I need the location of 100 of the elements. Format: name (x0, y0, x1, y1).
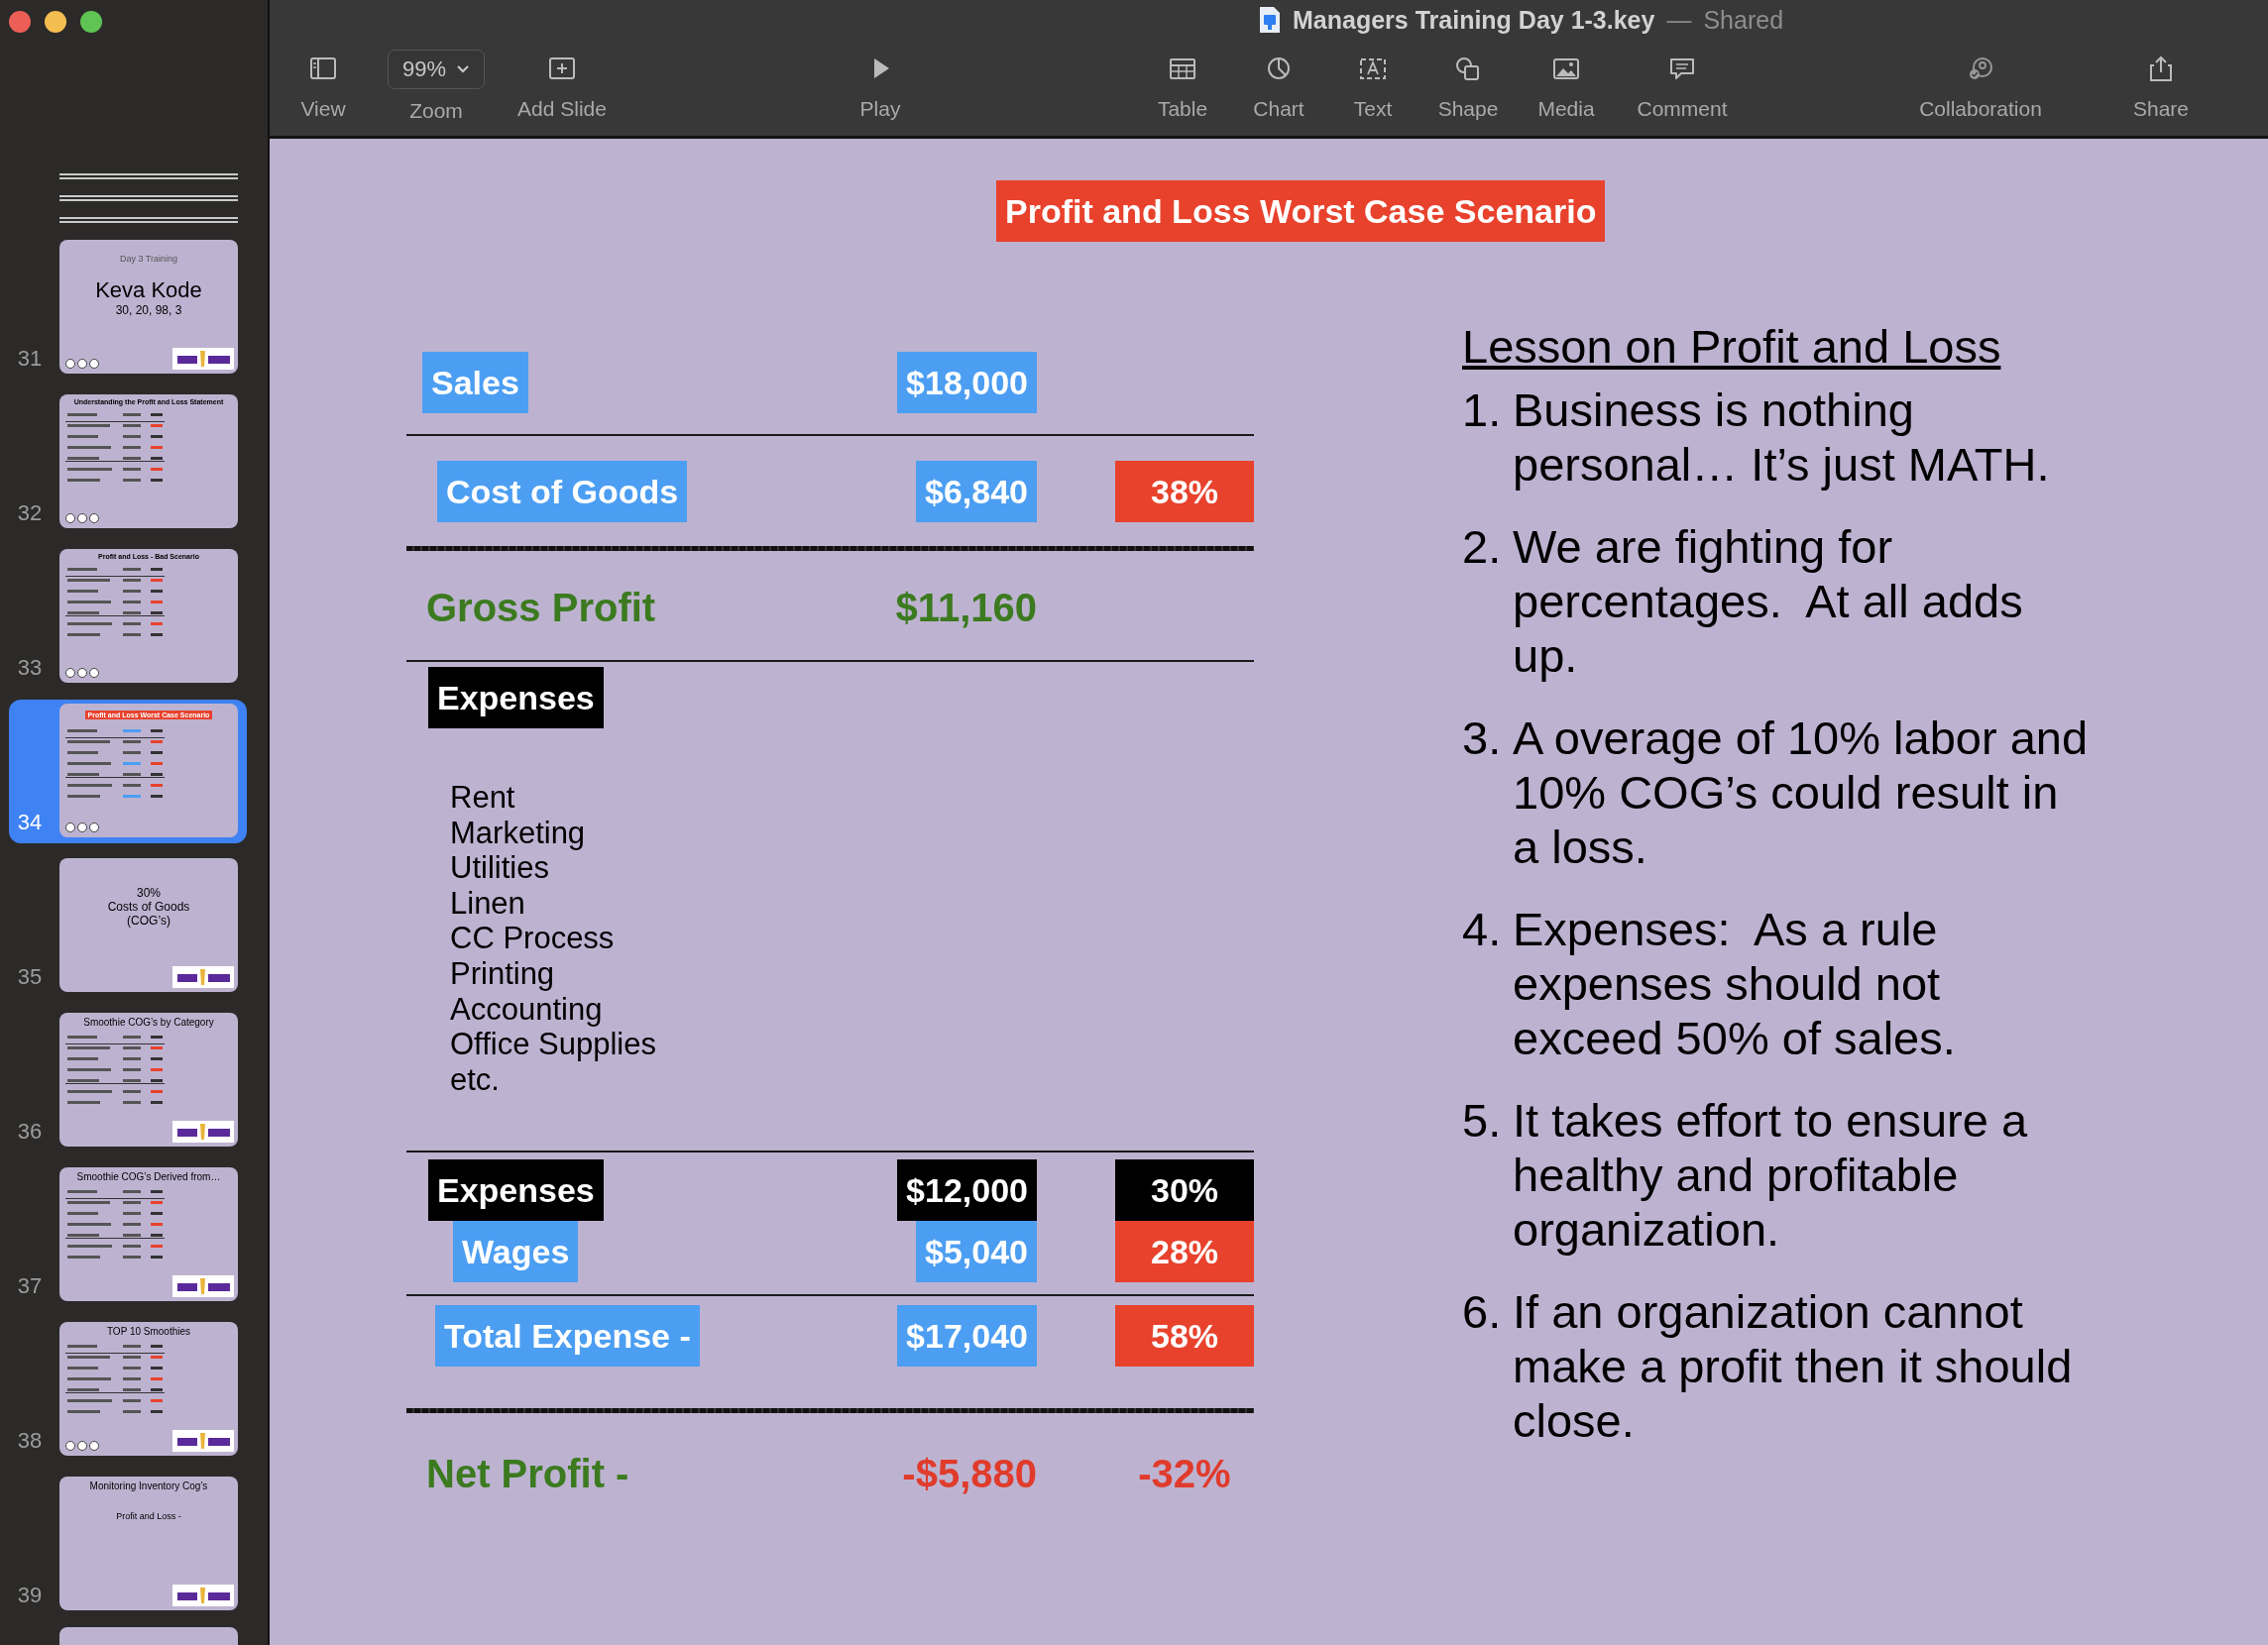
thumbnail-title: Monitoring Inventory Cog’s (88, 1480, 209, 1491)
percentage: 28% (1115, 1221, 1254, 1283)
expense-item: Linen (450, 885, 526, 922)
lesson-heading: Lesson on Profit and Loss (1462, 319, 2002, 375)
slide-number: 36 (16, 1119, 44, 1146)
lesson-point: It takes effort to ensure a healthy and profitable organization. (1513, 1093, 2029, 1257)
slide-title: Profit and Loss Worst Case Scenario (996, 180, 1606, 242)
expense-item: etc. (450, 1061, 501, 1098)
close-button[interactable] (9, 11, 31, 33)
share-status: Shared (1703, 5, 1784, 35)
list-number: 4. (1462, 902, 1503, 957)
row-label: Expenses (428, 1159, 604, 1222)
slide-number: 35 (16, 964, 44, 991)
toolbar-button[interactable]: Text (1353, 40, 1393, 121)
toolbar-button[interactable]: Add Slide (517, 40, 607, 121)
skipped-slides-marker[interactable] (59, 217, 238, 223)
lesson-point: Business is nothing personal… It’s just MATH. (1513, 383, 2051, 492)
thumbnail-text: Day 3 Training (119, 254, 178, 264)
toolbar-button[interactable]: View (300, 40, 346, 121)
list-number: 2. (1462, 519, 1503, 575)
slide-thumbnail[interactable]: Monitoring Inventory Cog’s Profit and Loss - (59, 1477, 238, 1610)
toolbar-button[interactable]: Share (2132, 40, 2189, 121)
lesson-point: A overage of 10% labor and 10% COG’s could result in a loss. (1513, 711, 2090, 874)
chevron-down-icon (456, 64, 470, 74)
slide-list-item[interactable]: 31 Day 3 Training Keva Kode 30, 20, 98, 3 (9, 236, 247, 380)
expense-item: Utilities (450, 850, 550, 886)
expense-item: Accounting (450, 991, 604, 1028)
slide-number: 34 (16, 810, 44, 836)
slide-list-item[interactable]: 35 30% Costs of Goods (COG’s) (9, 854, 247, 998)
title-separator: — (1666, 5, 1692, 35)
amount: $17,040 (897, 1305, 1037, 1368)
zoom-button[interactable] (80, 11, 102, 33)
amount: $11,160 (895, 585, 1037, 631)
skipped-slides-marker[interactable] (59, 173, 238, 179)
row-label: Net Profit - (426, 1451, 629, 1498)
thumbnail-text: 30% (136, 886, 162, 900)
lesson-point: If an organization cannot make a profit then it should close. (1513, 1284, 2074, 1448)
thumbnail-text: Profit and Loss - (115, 1511, 182, 1521)
slide-thumbnail[interactable]: Smoothie COG’s by Category (59, 1013, 238, 1147)
slide-list-item[interactable]: 39 Monitoring Inventory Cog’s Profit and Loss - (9, 1473, 247, 1616)
slide-number: 33 (16, 655, 44, 682)
row-label: Cost of Goods (437, 461, 688, 522)
row-label: Wages (453, 1221, 579, 1283)
slide-list-item[interactable]: 38 TOP 10 Smoothies (9, 1318, 247, 1462)
slide-number: 38 (16, 1428, 44, 1455)
slide-list-item[interactable]: 37 Smoothie COG’s Derived from… (9, 1163, 247, 1307)
slide-list-item[interactable]: 36 Smoothie COG’s by Category (9, 1009, 247, 1152)
list-number: 3. (1462, 711, 1503, 766)
thumbnail-text: Costs of Goods (106, 900, 191, 914)
thumbnail-title: TOP 10 Smoothies (105, 1326, 192, 1337)
skipped-slides-marker[interactable] (59, 195, 238, 201)
slide-number: 37 (16, 1273, 44, 1300)
list-number: 6. (1462, 1284, 1503, 1340)
toolbar-button[interactable]: Media (1537, 40, 1595, 121)
document-icon (1259, 6, 1281, 34)
expense-item: CC Process (450, 921, 616, 956)
toolbar-button[interactable]: Table (1157, 40, 1208, 121)
minimize-button[interactable] (45, 11, 66, 33)
thumbnail-title: Smoothie COG’s by Category (82, 1017, 215, 1028)
toolbar-button[interactable]: Chart (1253, 40, 1304, 121)
expense-item: Marketing (450, 815, 587, 851)
thumbnail-text: Keva Kode (94, 277, 203, 303)
toolbar-button[interactable]: Collaboration (1919, 40, 2042, 121)
percentage: 30% (1115, 1159, 1254, 1222)
slide-thumbnail[interactable]: Smoothie COG’s Derived from… (59, 1167, 238, 1301)
thumbnail-text: (COG’s) (126, 914, 171, 928)
percentage: -32% (1137, 1451, 1232, 1498)
lesson-point: Expenses: As a rule expenses should not exceed 50% of sales. (1513, 902, 1957, 1065)
list-number: 5. (1462, 1093, 1503, 1149)
amount: $18,000 (897, 352, 1037, 413)
percentage: 38% (1115, 461, 1254, 522)
amount: $5,040 (916, 1221, 1037, 1283)
expense-item: Office Supplies (450, 1027, 657, 1062)
slide-thumbnail[interactable]: 30% Costs of Goods (COG’s) (59, 858, 238, 992)
toolbar-button[interactable]: Play (859, 40, 901, 121)
toolbar-button[interactable]: Comment (1637, 40, 1728, 121)
toolbar-button[interactable]: Shape (1437, 40, 1499, 121)
row-label: Gross Profit (426, 585, 656, 631)
lesson-point: We are fighting for percentages. At all adds up. (1513, 519, 2024, 683)
amount: $12,000 (897, 1159, 1037, 1222)
list-number: 1. (1462, 383, 1503, 438)
amount: $6,840 (916, 461, 1037, 522)
slide-number: 39 (16, 1583, 44, 1609)
thumbnail-text: 30, 20, 98, 3 (114, 303, 183, 317)
slide-number: 32 (16, 500, 44, 527)
row-label: Total Expense - (435, 1305, 700, 1368)
zoom-dropdown[interactable]: 99% (387, 50, 485, 89)
add-slide-icon (547, 55, 577, 82)
slide-thumbnail[interactable]: TOP 10 Smoothies (59, 1322, 238, 1456)
window-title: Managers Training Day 1-3.key (1293, 5, 1655, 35)
row-label: Expenses (428, 667, 604, 728)
expense-item: Rent (450, 780, 516, 816)
expense-item: Printing (450, 955, 556, 992)
slide-number: 31 (16, 346, 44, 373)
row-label: Sales (422, 352, 528, 413)
percentage: 58% (1115, 1305, 1254, 1368)
toolbar-label: Zoom (409, 99, 463, 123)
thumbnail-title: Smoothie COG’s Derived from… (75, 1171, 222, 1182)
amount: -$5,880 (902, 1451, 1037, 1498)
slide-thumbnail[interactable]: Day 3 Training Keva Kode 30, 20, 98, 3 (59, 240, 238, 374)
